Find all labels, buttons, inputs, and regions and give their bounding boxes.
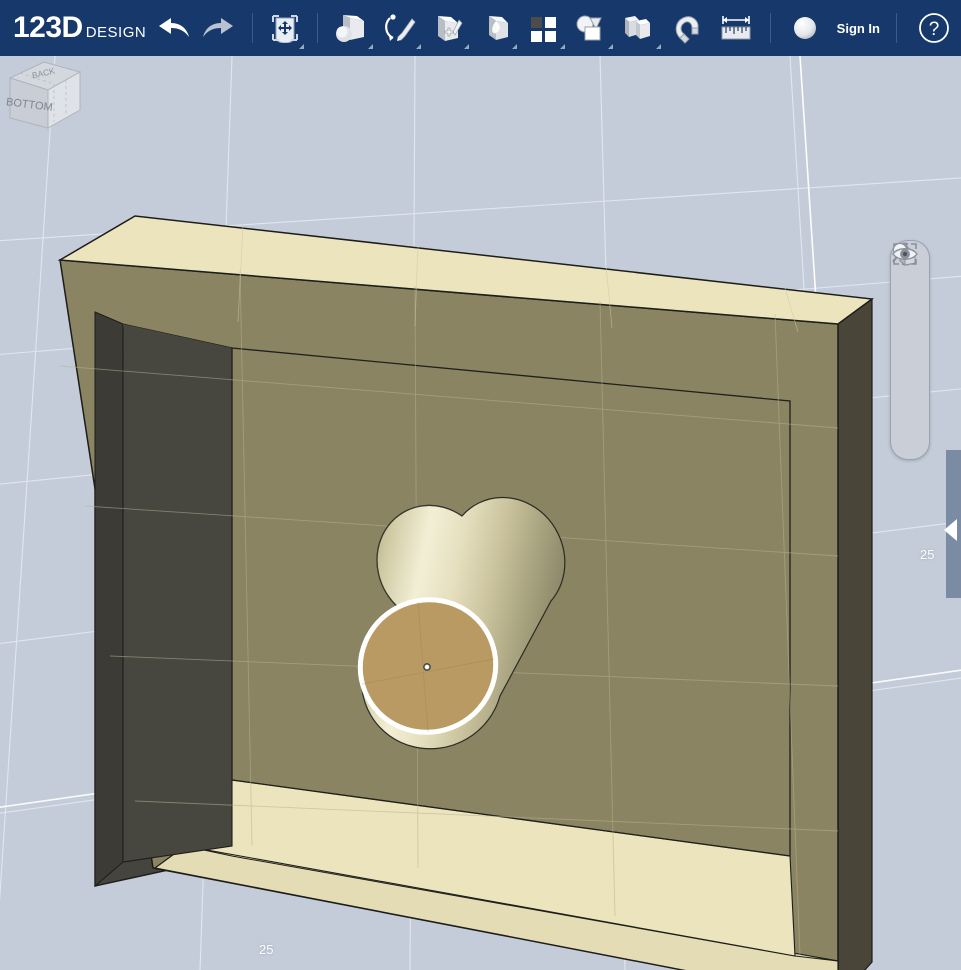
nav-shading-button[interactable]: [893, 243, 927, 418]
measure-button[interactable]: [712, 0, 760, 56]
combine-icon: [576, 15, 603, 41]
dimension-label-bottom: 25: [259, 942, 274, 957]
group-button[interactable]: [616, 0, 664, 56]
undo-button[interactable]: [150, 0, 196, 56]
transform-button[interactable]: [263, 0, 307, 56]
construct-button[interactable]: [424, 0, 472, 56]
logo-secondary: DESIGN: [85, 24, 147, 41]
svg-text:?: ?: [929, 19, 940, 40]
sketch-icon: [385, 14, 416, 41]
pattern-caret-icon: [560, 44, 566, 49]
group-icon: [625, 16, 651, 39]
modify-button[interactable]: [472, 0, 520, 56]
toolbar-divider-2: [317, 13, 319, 43]
visibility-icon: [892, 248, 918, 260]
modify-icon: [489, 16, 509, 40]
nav-visibility-button[interactable]: [892, 248, 927, 453]
undo-icon: [159, 18, 190, 37]
primitives-icon: [336, 15, 365, 42]
viewport-3d[interactable]: BACK BOTTOM: [0, 56, 961, 970]
pattern-button[interactable]: [520, 0, 568, 56]
transform-icon: [272, 15, 299, 43]
scene-svg: [0, 56, 961, 970]
combine-caret-icon: [608, 44, 614, 49]
app-root: 123D DESIGN Sign In ? BACK BOTTOM 25 25: [0, 0, 961, 970]
top-toolbar: 123D DESIGN Sign In ?: [0, 0, 961, 56]
sketch-button[interactable]: [376, 0, 424, 56]
material-button[interactable]: [781, 0, 829, 56]
sign-in-button[interactable]: Sign In: [831, 21, 886, 36]
view-cube[interactable]: BACK BOTTOM: [0, 56, 86, 136]
material-icon: [794, 17, 817, 39]
help-icon: ?: [919, 13, 949, 43]
transform-caret-icon: [299, 44, 305, 49]
group-caret-icon: [656, 44, 662, 49]
dimension-label-right: 25: [920, 547, 935, 562]
pattern-icon: [531, 17, 557, 42]
toolbar-divider-3: [770, 13, 772, 43]
nav-orbit-button[interactable]: [893, 242, 927, 314]
nav-zoom-button[interactable]: [892, 243, 927, 349]
toolbar-divider: [252, 13, 254, 43]
app-logo[interactable]: 123D DESIGN: [0, 11, 150, 45]
primitives-caret-icon: [368, 44, 374, 49]
redo-icon: [203, 18, 234, 37]
panel-collapse-arrow-icon[interactable]: [944, 519, 957, 541]
sketch-caret-icon: [416, 44, 422, 49]
nav-fit-button[interactable]: [893, 243, 927, 383]
logo-primary: 123D: [13, 11, 83, 44]
modify-caret-icon: [512, 44, 518, 49]
redo-button[interactable]: [196, 0, 242, 56]
navigation-bar: [890, 240, 930, 460]
snap-button[interactable]: [664, 0, 712, 56]
construct-icon: [438, 16, 463, 41]
combine-button[interactable]: [568, 0, 616, 56]
help-button[interactable]: ?: [907, 0, 961, 56]
center-point-marker: [423, 663, 431, 671]
toolbar-divider-4: [896, 13, 897, 43]
construct-caret-icon: [464, 44, 470, 49]
snap-icon: [675, 16, 699, 44]
measure-icon: [721, 16, 751, 40]
primitives-button[interactable]: [328, 0, 376, 56]
